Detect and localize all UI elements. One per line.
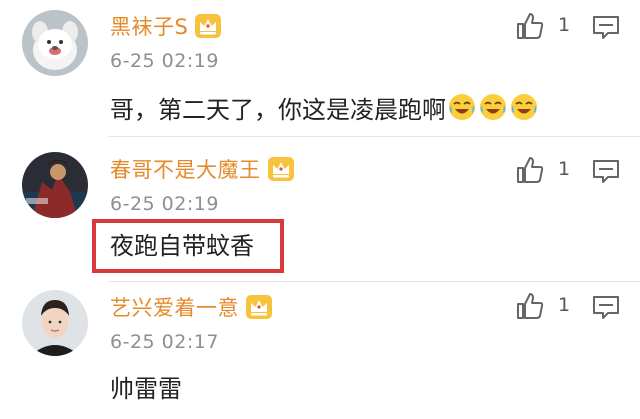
timestamp: 6-25 02:17: [110, 331, 219, 353]
like-thumb-icon[interactable]: [514, 10, 546, 42]
reply-comment-icon[interactable]: [592, 295, 620, 321]
timestamp: 6-25 02:19: [110, 50, 219, 72]
username[interactable]: 春哥不是大魔王: [110, 154, 261, 184]
name-row: 春哥不是大魔王: [110, 153, 295, 185]
vip-crown-icon: [245, 293, 273, 321]
name-row: 黑袜子S: [110, 10, 222, 42]
comment-item: 艺兴爱着一意 6-25 02:17 帅雷雷 1: [0, 282, 640, 419]
laugh-cry-emoji-icon: [478, 92, 508, 122]
white-dog-avatar-icon: [22, 10, 88, 76]
username[interactable]: 黑袜子S: [110, 11, 188, 41]
like-count: 1: [558, 294, 571, 316]
comment-item: 黑袜子S 6-25 02:19 哥，第二天了，你这是凌晨跑啊 1: [0, 0, 640, 137]
vip-crown-icon: [194, 12, 222, 40]
avatar[interactable]: [22, 10, 88, 76]
comment-text: 哥，第二天了，你这是凌晨跑啊: [110, 87, 539, 127]
comment-text-content: 哥，第二天了，你这是凌晨跑啊: [110, 95, 446, 124]
laugh-cry-emoji-icon: [509, 92, 539, 122]
username[interactable]: 艺兴爱着一意: [110, 292, 239, 322]
reply-comment-icon[interactable]: [592, 15, 620, 41]
vip-crown-icon: [267, 155, 295, 183]
laugh-cry-emoji-icon: [447, 92, 477, 122]
like-thumb-icon[interactable]: [514, 154, 546, 186]
like-thumb-icon[interactable]: [514, 290, 546, 322]
avatar[interactable]: [22, 152, 88, 218]
name-row: 艺兴爱着一意: [110, 291, 273, 323]
comment-text-content: 帅雷雷: [110, 374, 182, 403]
divider: [108, 136, 640, 137]
person-avatar-icon: [22, 290, 88, 356]
avatar[interactable]: [22, 290, 88, 356]
highlight-box: [92, 219, 284, 273]
reply-comment-icon[interactable]: [592, 159, 620, 185]
comment-text: 帅雷雷: [110, 366, 182, 406]
timestamp: 6-25 02:19: [110, 193, 219, 215]
like-count: 1: [558, 158, 571, 180]
like-count: 1: [558, 14, 571, 36]
game-character-avatar-icon: [22, 152, 88, 218]
